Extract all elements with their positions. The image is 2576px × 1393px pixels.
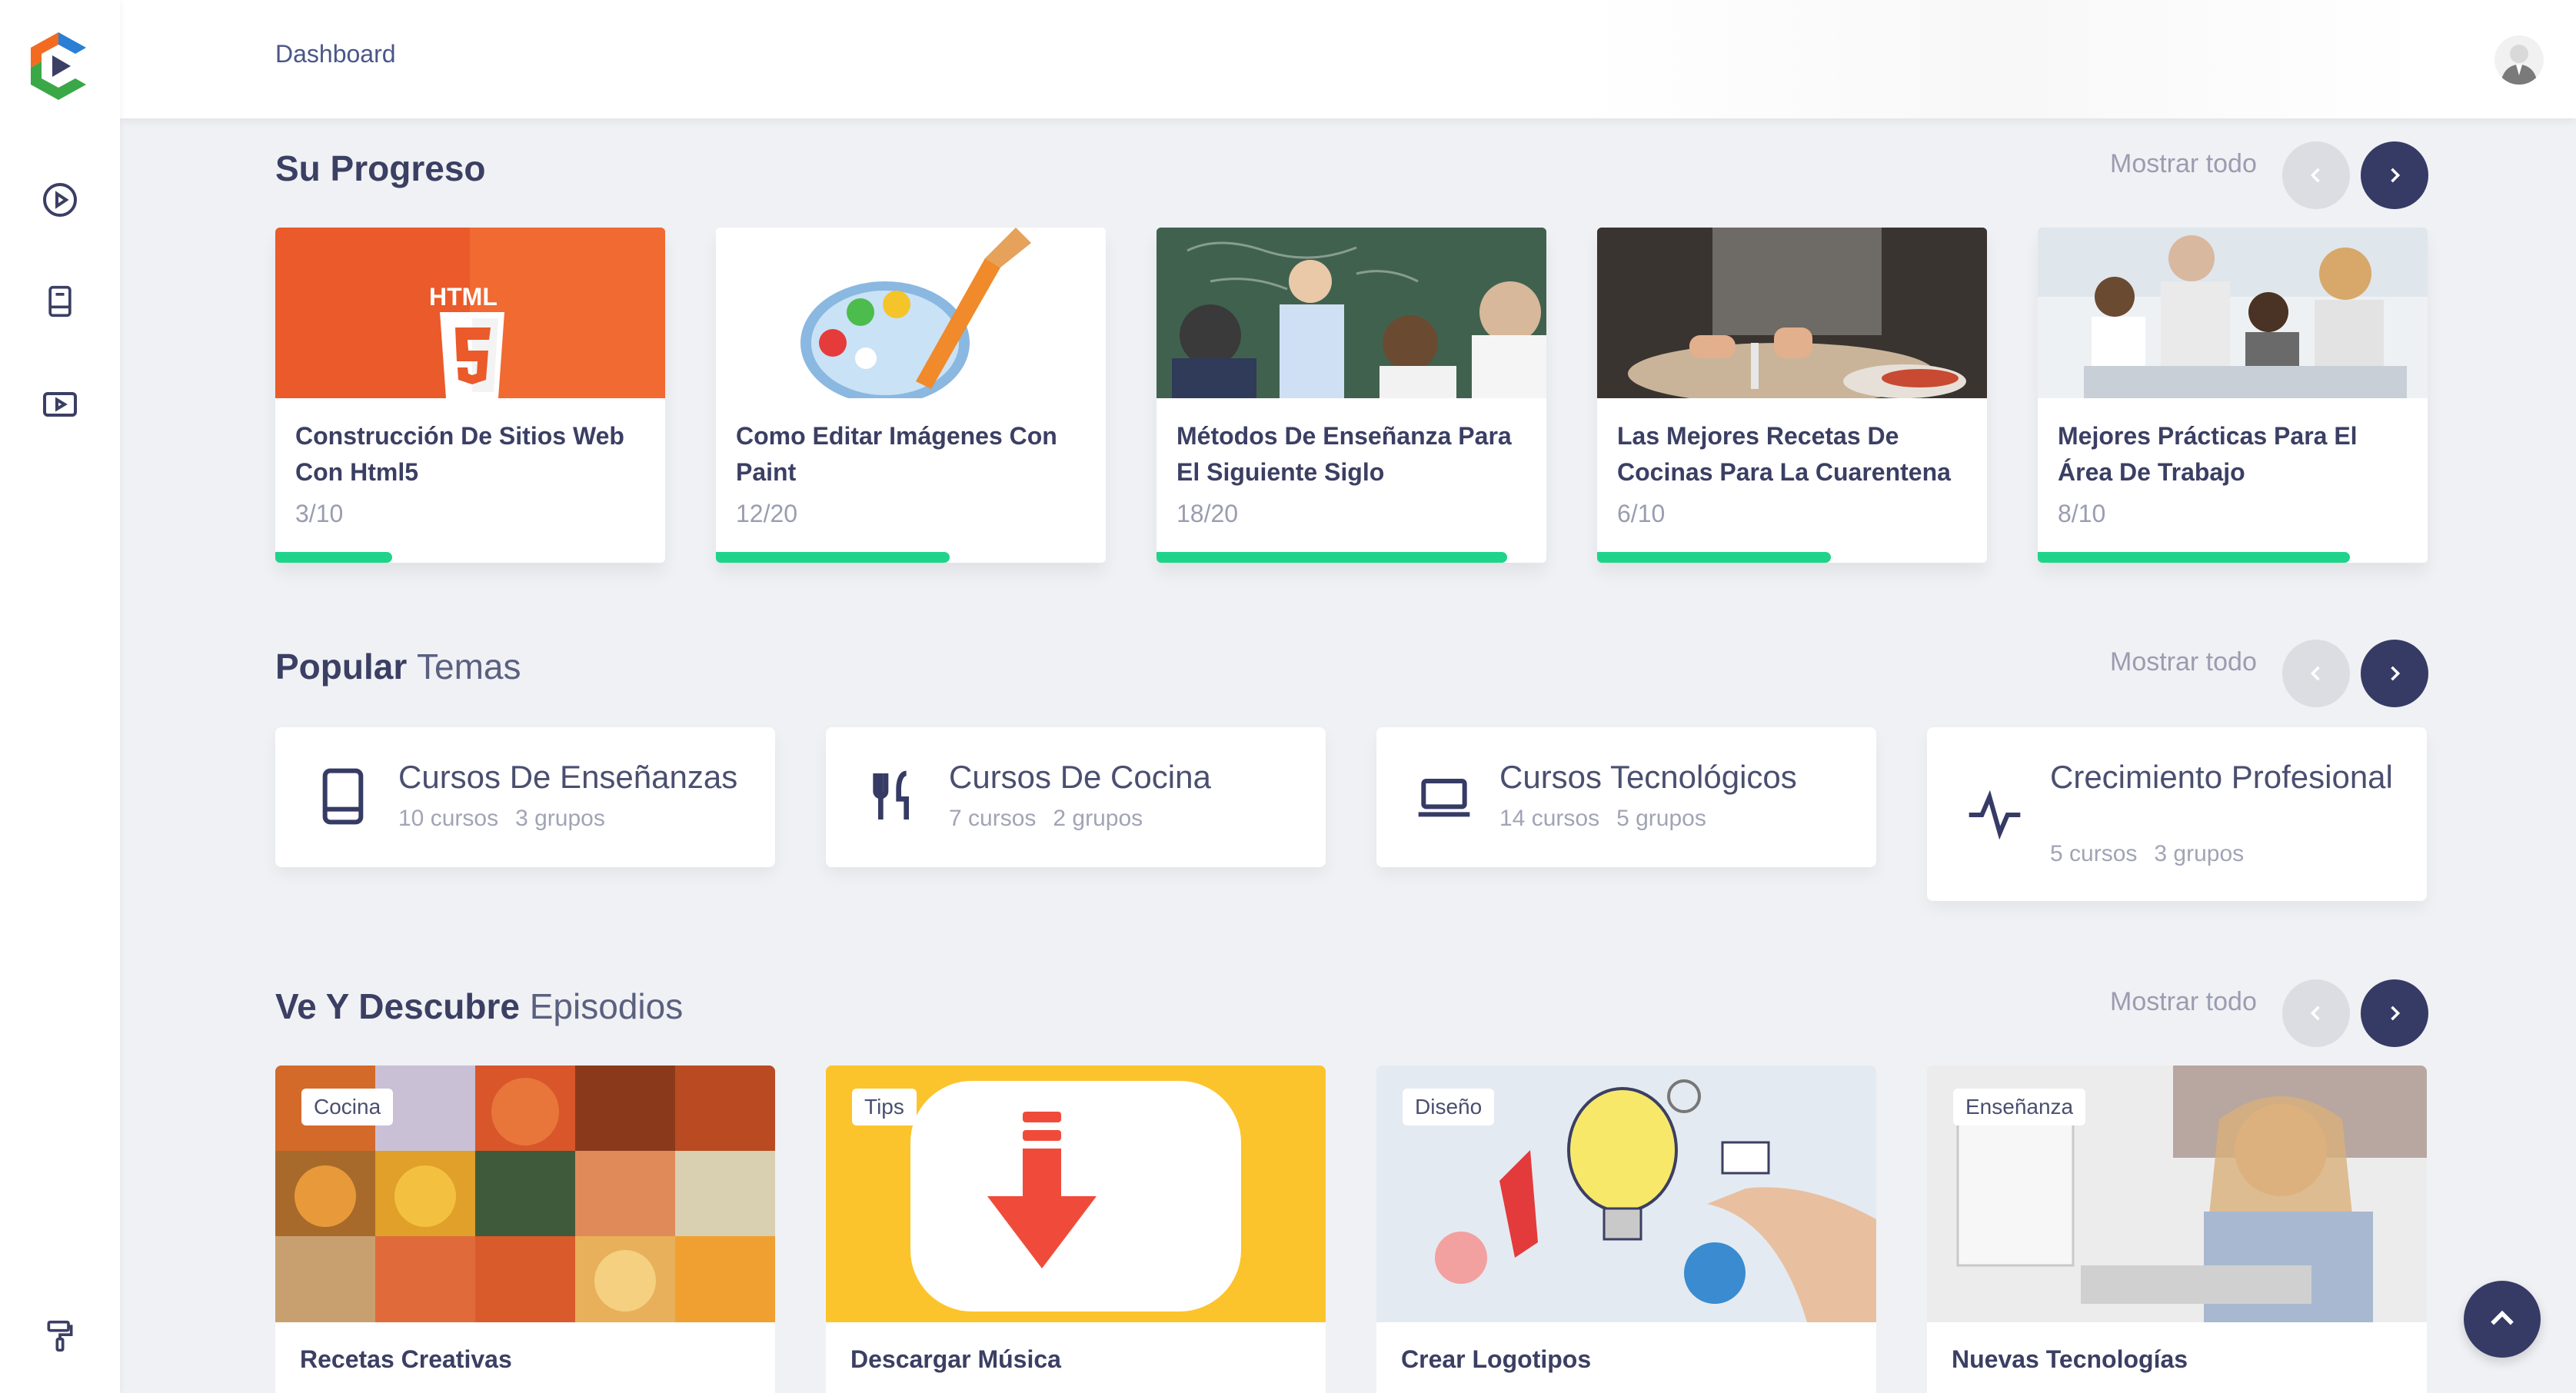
progress-next-button[interactable] (2361, 141, 2428, 209)
episode-category-badge: Tips (852, 1089, 917, 1125)
course-title: Mejores Prácticas Para El Área De Trabaj… (2058, 422, 2358, 486)
topics-show-all-link[interactable]: Mostrar todo (2110, 647, 2257, 677)
topic-meta: 7 cursos 2 grupos (949, 806, 1160, 832)
html5-logo-icon (440, 312, 504, 398)
topic-name: Cursos Tecnológicos (1499, 759, 1797, 795)
episodes-prev-button[interactable] (2282, 979, 2350, 1047)
episodes-show-all-link[interactable]: Mostrar todo (2110, 987, 2257, 1017)
episode-title: Nuevas Tecnologías (1952, 1345, 2188, 1373)
episode-card[interactable]: Enseñanza Nuevas Tecnologías (1927, 1066, 2427, 1393)
laptop-icon (1413, 766, 1475, 827)
course-progress-count: 8/10 (2058, 500, 2106, 527)
course-progress-bar (275, 552, 393, 563)
course-progress-count: 3/10 (295, 500, 344, 527)
progress-card[interactable]: Mejores Prácticas Para El Área De Trabaj… (2038, 228, 2428, 563)
topics-section-title: Popular Temas (275, 647, 521, 687)
episode-category-badge: Enseñanza (1953, 1089, 2086, 1125)
topic-name: Cursos De Enseñanzas (398, 759, 738, 795)
course-thumbnail (1157, 228, 1546, 398)
video-icon[interactable] (38, 383, 82, 426)
book-icon[interactable] (38, 280, 82, 323)
course-title: Las Mejores Recetas De Cocinas Para La C… (1617, 422, 1951, 486)
topic-name: Cursos De Cocina (949, 759, 1211, 795)
topic-card[interactable]: Crecimiento Profesional 5 cursos 3 grupos (1927, 727, 2427, 901)
episode-category-badge: Diseño (1403, 1089, 1495, 1125)
chevron-up-icon (2491, 1310, 2514, 1325)
html5-label: HTML (429, 283, 498, 311)
topic-course-count: 7 cursos (949, 806, 1037, 831)
progress-card[interactable]: Como Editar Imágenes Con Paint 12/20 (716, 228, 1106, 563)
course-progress-bar (2038, 552, 2350, 563)
topic-course-count: 5 cursos (2050, 841, 2138, 866)
course-progress-bar (1597, 552, 1832, 563)
progress-card[interactable]: Las Mejores Recetas De Cocinas Para La C… (1597, 228, 1987, 563)
top-bar: Dashboard (120, 0, 2576, 118)
topic-course-count: 14 cursos (1499, 806, 1600, 831)
scroll-to-top-button[interactable] (2464, 1281, 2541, 1358)
user-avatar-icon[interactable] (2494, 35, 2544, 85)
course-progress-bar (716, 552, 950, 563)
episode-category-badge: Cocina (301, 1089, 394, 1125)
episode-card[interactable]: Tips Descargar Música (826, 1066, 1326, 1393)
course-progress-count: 6/10 (1617, 500, 1666, 527)
topic-card[interactable]: Cursos De Cocina 7 cursos 2 grupos (826, 727, 1326, 867)
topic-card[interactable]: Cursos Tecnológicos 14 cursos 5 grupos (1376, 727, 1876, 867)
topics-prev-button[interactable] (2282, 640, 2350, 707)
book-icon (312, 766, 374, 827)
topic-meta: 10 cursos 3 grupos (398, 806, 622, 832)
progress-prev-button[interactable] (2282, 141, 2350, 209)
episode-title: Recetas Creativas (300, 1345, 512, 1373)
play-circle-icon[interactable] (38, 178, 82, 221)
course-progress-count: 12/20 (736, 500, 798, 527)
course-thumbnail (716, 228, 1106, 398)
course-progress-count: 18/20 (1177, 500, 1239, 527)
course-title: Métodos De Enseñanza Para El Siguiente S… (1177, 422, 1512, 486)
topic-group-count: 2 grupos (1053, 806, 1143, 831)
episode-title: Crear Logotipos (1401, 1345, 1592, 1373)
activity-icon (1964, 784, 2025, 846)
topic-card[interactable]: Cursos De Enseñanzas 10 cursos 3 grupos (275, 727, 775, 867)
episodes-section-title: Ve Y Descubre Episodios (275, 986, 684, 1026)
topic-meta: 5 cursos 3 grupos (2050, 841, 2261, 867)
course-progress-bar (1157, 552, 1508, 563)
topic-group-count: 3 grupos (515, 806, 605, 831)
episodes-next-button[interactable] (2361, 979, 2428, 1047)
progress-section-title: Su Progreso (275, 148, 486, 188)
breadcrumb[interactable]: Dashboard (275, 40, 396, 68)
course-title: Como Editar Imágenes Con Paint (736, 422, 1057, 486)
course-thumbnail: HTML (275, 228, 665, 398)
utensils-icon (863, 766, 924, 827)
course-thumbnail (1597, 228, 1987, 398)
progress-card[interactable]: HTML Construcción De Sitios Web Con Html… (275, 228, 665, 563)
topics-next-button[interactable] (2361, 640, 2428, 707)
course-title: Construcción De Sitios Web Con Html5 (295, 422, 624, 486)
progress-card[interactable]: Métodos De Enseñanza Para El Siguiente S… (1157, 228, 1546, 563)
sidebar (0, 0, 120, 1393)
topic-group-count: 5 grupos (1616, 806, 1706, 831)
topic-course-count: 10 cursos (398, 806, 499, 831)
progress-show-all-link[interactable]: Mostrar todo (2110, 149, 2257, 179)
paint-roller-icon[interactable] (38, 1315, 82, 1358)
episode-title: Descargar Música (850, 1345, 1061, 1373)
course-thumbnail (2038, 228, 2428, 398)
episode-card[interactable]: Diseño Crear Logotipos (1376, 1066, 1876, 1393)
episode-card[interactable]: Cocina Recetas Creativas (275, 1066, 775, 1393)
app-logo[interactable] (28, 29, 89, 103)
topic-meta: 14 cursos 5 grupos (1499, 806, 1723, 832)
topic-name: Crecimiento Profesional (2050, 759, 2393, 795)
topic-group-count: 3 grupos (2154, 841, 2245, 866)
paint-palette-icon (800, 228, 1031, 398)
